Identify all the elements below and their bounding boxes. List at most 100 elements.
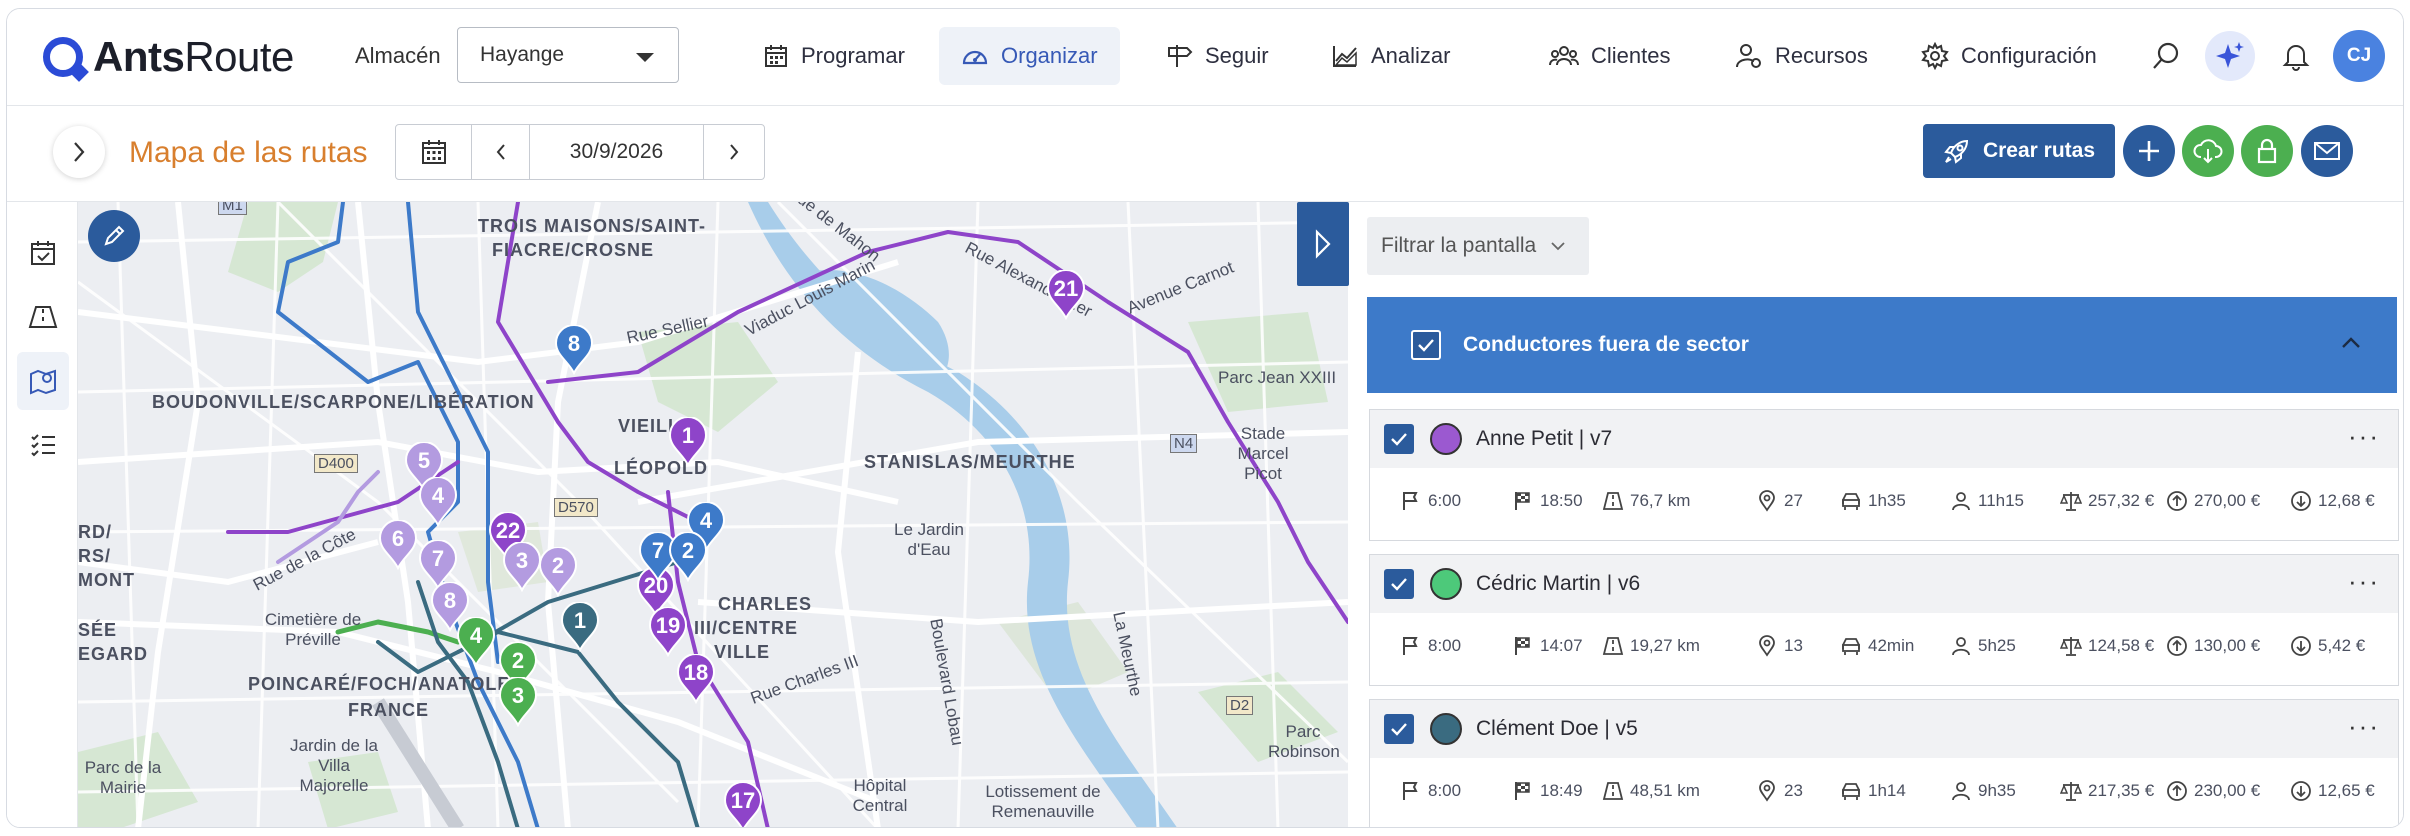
driver-stat-value: 124,58 €: [2088, 636, 2155, 655]
stop-pin-number: 4: [699, 508, 713, 533]
stop-pin-number: 8: [567, 331, 581, 356]
draw-sector-button[interactable]: [88, 210, 140, 262]
chevron-up-icon[interactable]: [2341, 337, 2361, 349]
nav-analizar-label: Analizar: [1371, 43, 1451, 68]
road-icon: [28, 306, 58, 328]
logo-text: AntsRoute: [93, 33, 294, 80]
stop-pin[interactable]: 21: [1046, 269, 1086, 321]
stop-pin[interactable]: 3: [502, 541, 542, 593]
cloud-download-icon: [2193, 139, 2223, 164]
driver-color-dot[interactable]: [1430, 568, 1462, 600]
driver-name: Clément Doe | v5: [1476, 717, 1638, 740]
stop-pin[interactable]: 8: [554, 324, 594, 376]
stop-pin[interactable]: 19: [648, 606, 688, 658]
driver-stat-value: 1h35: [1868, 491, 1906, 510]
arrow-up-circle-icon: [2167, 636, 2187, 656]
area-label: BOUDONVILLE/SCARPONE/LIBÉRATION: [152, 392, 535, 412]
notifications-button[interactable]: [2271, 31, 2321, 81]
logo-mark-icon: [43, 37, 83, 77]
calendar-picker-button[interactable]: [396, 125, 472, 179]
driver-color-dot[interactable]: [1430, 423, 1462, 455]
filter-screen-dropdown[interactable]: Filtrar la pantalla: [1367, 217, 1589, 275]
route-map[interactable]: TROIS MAISONS/SAINT- FIACRE/CROSNE BOUDO…: [78, 202, 1348, 827]
area-label: MONT: [78, 570, 135, 590]
sparkles-icon: [2216, 42, 2244, 68]
group-checkbox[interactable]: [1411, 330, 1441, 360]
driver-stat-work: 5h25: [1950, 635, 2016, 657]
check-icon: [1391, 723, 1407, 736]
stop-pin-number: 4: [469, 623, 483, 648]
driver-checkbox[interactable]: [1384, 424, 1414, 454]
stop-pin[interactable]: 18: [676, 653, 716, 705]
rail-routes[interactable]: [17, 288, 69, 346]
rail-map[interactable]: [17, 352, 69, 410]
add-button[interactable]: [2123, 125, 2175, 177]
stop-pin[interactable]: 2: [538, 546, 578, 598]
create-routes-button[interactable]: Crear rutas: [1923, 124, 2115, 178]
date-navigator: 30/9/2026: [395, 124, 765, 180]
street-label: Stade Marcel Picot: [1237, 424, 1289, 483]
map-marker-icon: [1759, 490, 1775, 512]
rail-task-list[interactable]: [17, 416, 69, 474]
nav-programar[interactable]: Programar: [741, 27, 927, 85]
stop-pin-number: 22: [495, 518, 521, 543]
nav-configuracion[interactable]: Configuración: [1899, 27, 2119, 85]
driver-stat-value: 18:50: [1540, 491, 1583, 510]
stop-pin[interactable]: 4: [456, 616, 496, 668]
rail-planning[interactable]: [17, 224, 69, 282]
warehouse-select[interactable]: Hayange: [457, 27, 679, 83]
nav-organizar[interactable]: Organizar: [939, 27, 1120, 85]
nav-clientes[interactable]: Clientes: [1527, 27, 1692, 85]
driver-stat-stops: 23: [1756, 780, 1803, 802]
lock-button[interactable]: [2241, 125, 2293, 177]
check-icon: [1418, 339, 1434, 352]
stop-pin[interactable]: 6: [378, 519, 418, 571]
area-label: FIACRE/CROSNE: [492, 240, 655, 260]
stop-pin[interactable]: 2: [668, 531, 708, 583]
antsroute-logo[interactable]: AntsRoute: [43, 29, 294, 85]
street-label: Parc Jean XXIII: [1218, 368, 1337, 387]
arrow-down-circle-icon: [2291, 636, 2311, 656]
user-gear-icon: [1736, 44, 1761, 68]
expand-sidebar-button[interactable]: [53, 126, 105, 178]
stop-pin[interactable]: 17: [723, 781, 763, 827]
nav-recursos[interactable]: Recursos: [1713, 27, 1890, 85]
stop-pin[interactable]: 3: [498, 676, 538, 728]
gear-icon: [1921, 42, 1949, 70]
previous-day-button[interactable]: [472, 125, 530, 179]
collapse-map-button[interactable]: [1297, 202, 1349, 286]
rocket-icon: [1944, 139, 1968, 164]
driver-stat-revenue: 230,00 €: [2166, 780, 2260, 802]
more-options-icon[interactable]: ···: [2348, 568, 2380, 594]
user-icon: [1952, 782, 1970, 801]
next-day-button[interactable]: [704, 125, 764, 179]
car-icon: [1842, 638, 1860, 655]
more-options-icon[interactable]: ···: [2348, 423, 2380, 449]
import-cloud-button[interactable]: [2182, 125, 2234, 177]
driver-checkbox[interactable]: [1384, 569, 1414, 599]
left-rail: [7, 202, 78, 827]
stop-pin[interactable]: 1: [668, 416, 708, 468]
user-avatar[interactable]: CJ: [2333, 30, 2385, 82]
email-button[interactable]: [2301, 125, 2353, 177]
driver-card[interactable]: Anne Petit | v7 ··· 6:00 18:50 76,7 km 27 1h35…: [1369, 409, 2399, 541]
driver-card[interactable]: Clément Doe | v5 ··· 8:00 18:49 48,51 km 23 1h…: [1369, 699, 2399, 827]
stop-pin[interactable]: 4: [418, 476, 458, 528]
ai-assistant-button[interactable]: [2205, 31, 2255, 81]
nav-analizar[interactable]: Analizar: [1309, 27, 1472, 85]
search-button[interactable]: [2141, 31, 2191, 81]
more-options-icon[interactable]: ···: [2348, 713, 2380, 739]
user-icon: [1952, 637, 1970, 656]
calendar-check-icon: [31, 241, 55, 265]
driver-card[interactable]: Cédric Martin | v6 ··· 8:00 14:07 19,27 km 13…: [1369, 554, 2399, 686]
nav-seguir[interactable]: Seguir: [1143, 27, 1291, 85]
driver-stat-value: 19,27 km: [1630, 636, 1700, 655]
date-value[interactable]: 30/9/2026: [530, 125, 704, 179]
chevron-down-icon: [1551, 242, 1565, 251]
drivers-group-header[interactable]: Conductores fuera de sector: [1367, 297, 2397, 393]
stop-pin-number: 8: [443, 588, 457, 613]
driver-checkbox[interactable]: [1384, 714, 1414, 744]
driver-color-dot[interactable]: [1430, 713, 1462, 745]
stop-pin-number: 19: [655, 613, 681, 638]
stop-pin[interactable]: 1: [560, 601, 600, 653]
